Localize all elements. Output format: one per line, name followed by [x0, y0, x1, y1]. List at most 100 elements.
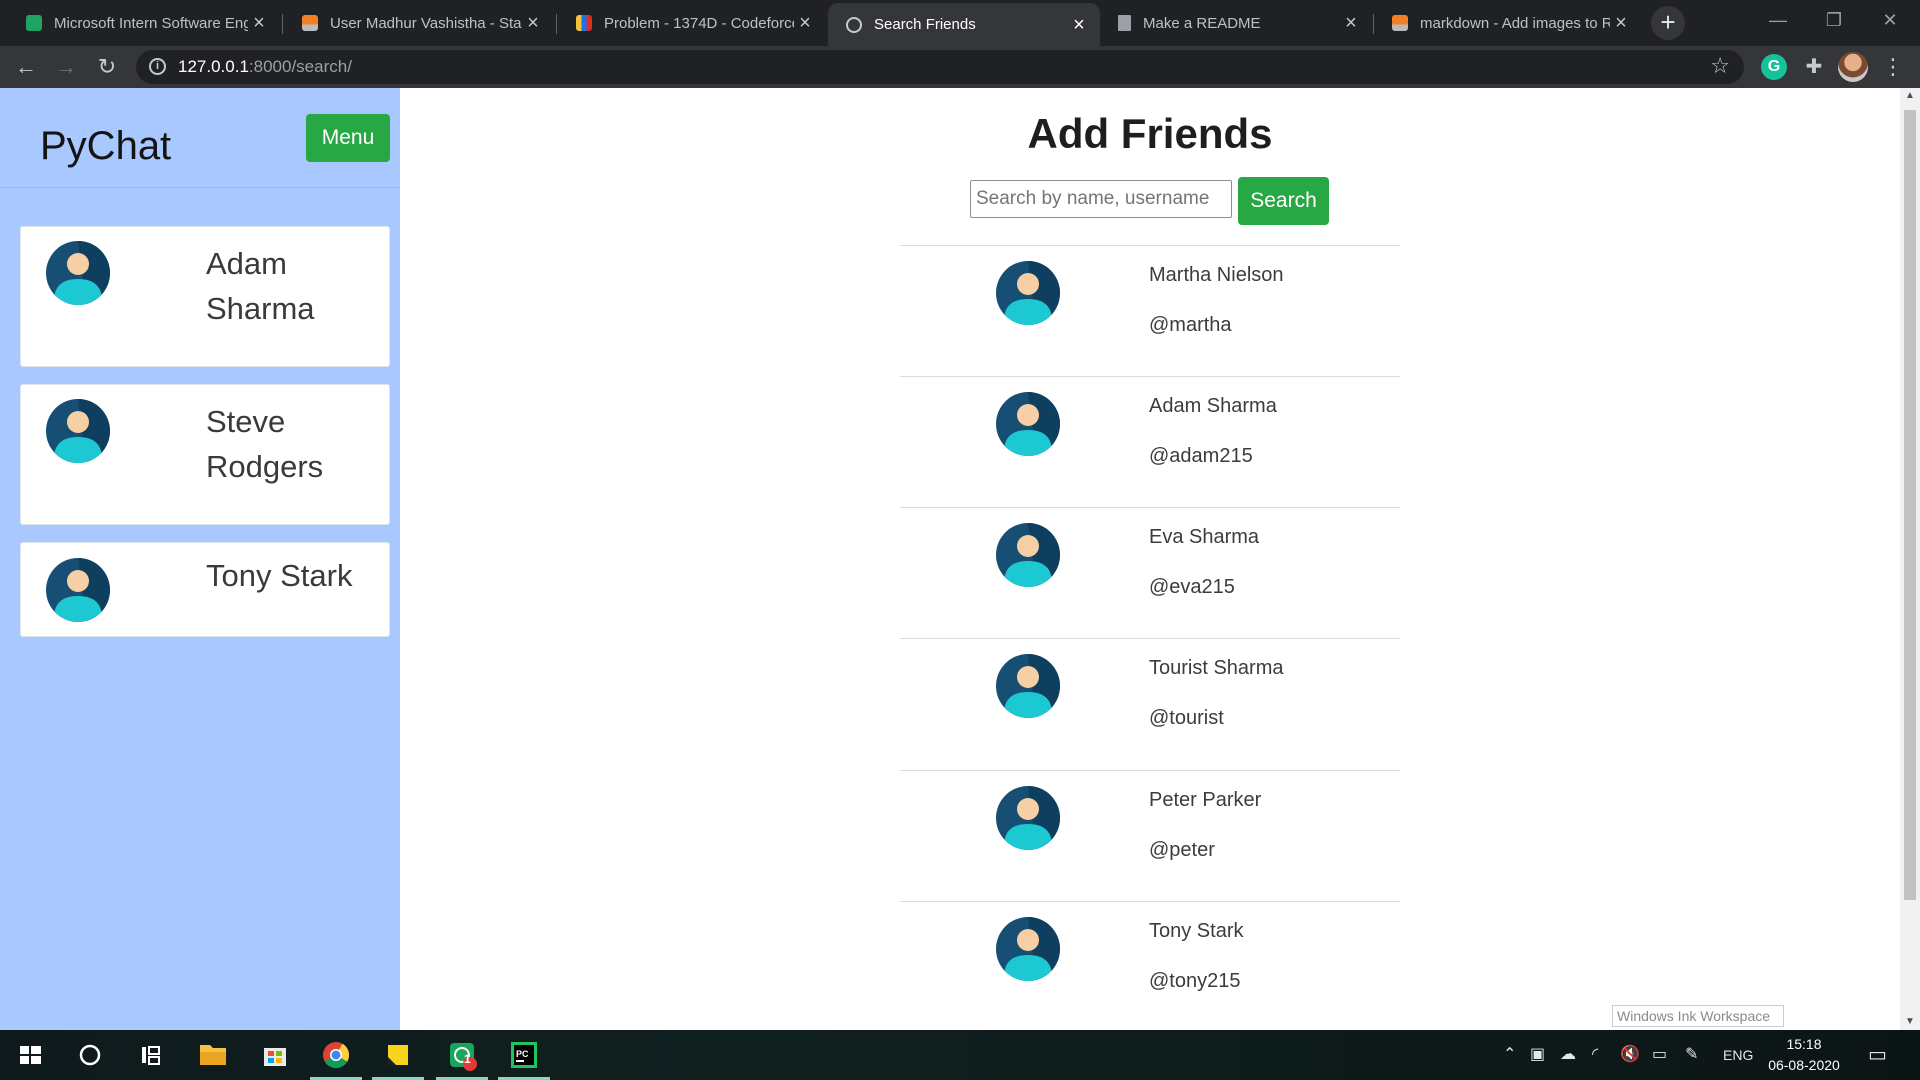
chrome-menu-icon[interactable]: ⋮: [1880, 53, 1906, 81]
url-path: :8000/search/: [248, 57, 352, 76]
show-hidden-icons-chevron-icon[interactable]: ⌃: [1503, 1044, 1516, 1064]
windows-ink-icon[interactable]: ✎: [1685, 1044, 1698, 1064]
extensions-puzzle-icon[interactable]: ✚: [1800, 53, 1828, 81]
profile-avatar[interactable]: [1838, 52, 1868, 82]
whatsapp-icon[interactable]: [432, 1030, 492, 1080]
notification-badge: 1: [464, 1052, 471, 1066]
forward-arrow-icon[interactable]: →: [52, 53, 80, 81]
onedrive-cloud-icon[interactable]: ☁: [1560, 1044, 1576, 1064]
minimize-icon[interactable]: —: [1750, 0, 1806, 40]
main-content: Add Friends Search Martha Nielson @marth…: [400, 88, 1900, 1030]
result-name: Adam Sharma: [1149, 395, 1277, 417]
close-tab-icon[interactable]: ×: [248, 12, 270, 34]
volume-muted-icon[interactable]: 🔇: [1620, 1044, 1640, 1064]
tab-stackoverflow-user[interactable]: User Madhur Vashistha - Stac ×: [284, 3, 554, 43]
tab-separator: [282, 14, 283, 34]
friend-card-tony-stark[interactable]: Tony Stark: [20, 542, 390, 637]
language-indicator[interactable]: ENG: [1723, 1047, 1753, 1063]
svg-text:PC: PC: [516, 1049, 529, 1059]
stackoverflow-icon: [1392, 15, 1408, 31]
tab-title: Problem - 1374D - Codeforce: [604, 14, 794, 32]
user-avatar-icon: [996, 654, 1060, 718]
grammarly-extension-icon[interactable]: G: [1761, 54, 1787, 80]
tab-stackoverflow-markdown[interactable]: markdown - Add images to R ×: [1374, 3, 1642, 43]
reload-icon[interactable]: ↻: [93, 53, 121, 81]
friend-first-line: Steve: [206, 404, 286, 439]
search-result-row[interactable]: Martha Nielson @martha: [900, 245, 1400, 376]
search-button[interactable]: Search: [1238, 177, 1329, 225]
scrollbar-thumb[interactable]: [1904, 110, 1916, 900]
friend-second-line: Rodgers: [206, 449, 324, 484]
search-result-row[interactable]: Peter Parker @peter: [900, 770, 1400, 901]
cortana-search-icon[interactable]: [60, 1030, 120, 1080]
browser-toolbar: ← → ↻ i 127.0.0.1:8000/search/ ☆ G ✚ ⋮: [0, 46, 1920, 88]
user-avatar-icon: [46, 241, 110, 305]
page-scrollbar[interactable]: ▲ ▼: [1900, 88, 1920, 1030]
user-avatar-icon: [996, 523, 1060, 587]
search-result-row[interactable]: Eva Sharma @eva215: [900, 507, 1400, 638]
close-tab-icon[interactable]: ×: [1068, 14, 1090, 36]
friend-card-steve-rodgers[interactable]: Steve Rodgers: [20, 384, 390, 525]
result-username: @martha: [1149, 314, 1232, 336]
search-result-row[interactable]: Tony Stark @tony215: [900, 901, 1400, 1030]
result-name: Tourist Sharma: [1149, 657, 1284, 679]
site-info-icon[interactable]: i: [149, 58, 166, 75]
screen-record-icon[interactable]: ▣: [1530, 1044, 1545, 1064]
bookmark-star-icon[interactable]: ☆: [1710, 53, 1730, 79]
close-tab-icon[interactable]: ×: [1610, 12, 1632, 34]
action-center-icon[interactable]: ▭: [1868, 1042, 1887, 1067]
close-tab-icon[interactable]: ×: [1340, 12, 1362, 34]
microsoft-store-icon[interactable]: [245, 1030, 305, 1080]
page-viewport: PyChat Menu Adam Sharma Steve Rodgers To…: [0, 88, 1920, 1030]
result-name: Martha Nielson: [1149, 264, 1284, 286]
menu-button[interactable]: Menu: [306, 114, 390, 162]
friend-card-adam-sharma[interactable]: Adam Sharma: [20, 226, 390, 367]
search-result-row[interactable]: Adam Sharma @adam215: [900, 376, 1400, 507]
restore-icon[interactable]: ❐: [1806, 0, 1862, 40]
url-text[interactable]: 127.0.0.1:8000/search/: [178, 57, 352, 77]
user-avatar-icon: [996, 392, 1060, 456]
tab-title: Microsoft Intern Software Eng: [54, 14, 248, 32]
browser-tab-strip: Microsoft Intern Software Eng × User Mad…: [0, 0, 1920, 46]
close-tab-icon[interactable]: ×: [794, 12, 816, 34]
tab-make-readme[interactable]: Make a README ×: [1100, 3, 1372, 43]
tab-title: Search Friends: [874, 16, 976, 33]
tab-title: markdown - Add images to R: [1420, 14, 1610, 32]
result-name: Eva Sharma: [1149, 526, 1260, 548]
green-document-icon: [26, 15, 42, 31]
battery-icon[interactable]: ▭: [1652, 1044, 1667, 1064]
search-input[interactable]: [970, 180, 1232, 218]
windows-start-icon[interactable]: [0, 1030, 60, 1080]
pycharm-icon[interactable]: PC: [494, 1030, 554, 1080]
clock-date: 06-08-2020: [1768, 1057, 1840, 1073]
taskbar-clock[interactable]: 15:18 06-08-2020: [1766, 1034, 1842, 1076]
chrome-taskbar-icon[interactable]: [306, 1030, 366, 1080]
tab-microsoft-intern[interactable]: Microsoft Intern Software Eng ×: [8, 3, 280, 43]
window-close-icon[interactable]: ✕: [1862, 0, 1918, 40]
task-view-icon[interactable]: [120, 1030, 180, 1080]
back-arrow-icon[interactable]: ←: [12, 53, 40, 81]
document-icon: [1118, 15, 1131, 31]
scroll-down-arrow-icon[interactable]: ▼: [1900, 1014, 1920, 1030]
tab-separator: [556, 14, 557, 34]
tab-title: User Madhur Vashistha - Stac: [330, 14, 522, 32]
tab-search-friends[interactable]: Search Friends ×: [828, 3, 1100, 46]
new-tab-button[interactable]: +: [1651, 6, 1685, 40]
wifi-icon[interactable]: ◜: [1592, 1044, 1598, 1064]
sidebar-header: PyChat Menu: [0, 88, 400, 188]
globe-icon: [846, 16, 862, 33]
sticky-notes-icon[interactable]: [368, 1030, 428, 1080]
result-username: @peter: [1149, 839, 1215, 861]
friend-first-line: Adam: [206, 246, 287, 281]
address-bar[interactable]: i 127.0.0.1:8000/search/ ☆: [136, 50, 1744, 84]
user-avatar-icon: [996, 261, 1060, 325]
codeforces-icon: [576, 15, 592, 31]
close-tab-icon[interactable]: ×: [522, 12, 544, 34]
scroll-up-arrow-icon[interactable]: ▲: [1900, 88, 1920, 104]
user-avatar-icon: [46, 399, 110, 463]
result-name: Peter Parker: [1149, 789, 1262, 811]
search-result-row[interactable]: Tourist Sharma @tourist: [900, 638, 1400, 769]
file-explorer-icon[interactable]: [183, 1030, 243, 1080]
user-avatar-icon: [996, 917, 1060, 981]
tab-codeforces[interactable]: Problem - 1374D - Codeforce ×: [558, 3, 826, 43]
